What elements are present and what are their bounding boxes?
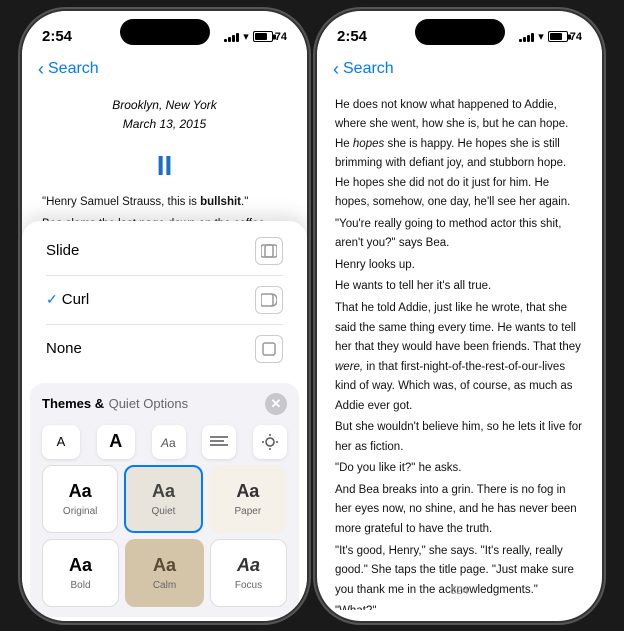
right-para-6: "Do you like it?" he asks. (335, 459, 584, 479)
slide-option-curl-right (255, 286, 283, 314)
right-phone: 2:54 ▾ 74 ‹ Search (317, 11, 602, 621)
slide-icon (255, 237, 283, 265)
book-para-0: "Henry Samuel Strauss, this is bullshit.… (42, 193, 287, 212)
slide-option-curl[interactable]: ✓ Curl (34, 276, 295, 324)
slide-option-slide-label: Slide (46, 242, 79, 259)
theme-quiet-sample: Aa (152, 481, 175, 502)
back-button-right[interactable]: ‹ Search (333, 59, 586, 80)
theme-original-sample: Aa (69, 481, 92, 502)
right-para-5: But she wouldn't believe him, so he lets… (335, 418, 584, 457)
theme-bold-label: Bold (70, 580, 90, 591)
font-small-button[interactable]: A (42, 425, 80, 459)
book-header: Brooklyn, New York March 13, 2015 (42, 88, 287, 140)
notch-left (120, 19, 210, 45)
none-icon (255, 335, 283, 363)
right-para-0: He does not know what happened to Addie,… (335, 96, 584, 213)
checkmark-icon: ✓ (46, 291, 58, 308)
slide-option-none-right (255, 335, 283, 363)
theme-card-original[interactable]: Aa Original (42, 465, 118, 533)
theme-cards-row-2: Aa Bold Aa Calm Aa Focus (42, 539, 287, 607)
theme-original-label: Original (63, 506, 97, 517)
close-button[interactable]: ✕ (265, 393, 287, 415)
themes-subtitle-text: Quiet Options (109, 396, 189, 411)
status-bar-left: 2:54 ▾ 74 (22, 11, 307, 55)
book-location-line1: Brooklyn, New York (42, 96, 287, 115)
slide-option-slide-right (255, 237, 283, 265)
nav-bar-right: ‹ Search (317, 55, 602, 88)
theme-paper-label: Paper (234, 506, 261, 517)
theme-card-calm[interactable]: Aa Calm (125, 539, 204, 607)
nav-bar-left: ‹ Search (22, 55, 307, 88)
time-left: 2:54 (42, 28, 72, 45)
svg-text:A: A (160, 436, 169, 450)
signal-icon (224, 32, 239, 42)
chapter-roman: II (42, 144, 287, 189)
right-book-content: He does not know what happened to Addie,… (317, 88, 602, 610)
battery-right: 74 (548, 31, 582, 43)
theme-calm-sample: Aa (153, 555, 176, 576)
right-para-9: "What?" (335, 602, 584, 609)
svg-text:a: a (169, 436, 176, 450)
slide-option-curl-label: Curl (62, 291, 255, 308)
theme-quiet-label: Quiet (152, 506, 176, 517)
theme-focus-label: Focus (235, 580, 262, 591)
alignment-button[interactable] (202, 425, 236, 459)
battery-left: 74 (253, 31, 287, 43)
right-para-2: Henry looks up. (335, 256, 584, 276)
back-chevron-right: ‹ (333, 59, 339, 80)
back-button-left[interactable]: ‹ Search (38, 59, 291, 80)
wifi-icon-right: ▾ (538, 30, 544, 43)
theme-paper-sample: Aa (236, 481, 259, 502)
curl-icon (255, 286, 283, 314)
left-phone: 2:54 ▾ 74 ‹ Search (22, 11, 307, 621)
theme-card-quiet[interactable]: Aa Quiet (124, 465, 202, 533)
themes-section: Themes & Quiet Options ✕ A A Aa (30, 383, 299, 617)
theme-card-paper[interactable]: Aa Paper (209, 465, 287, 533)
theme-focus-sample: Aa (237, 555, 260, 576)
theme-card-bold[interactable]: Aa Bold (42, 539, 119, 607)
slide-option-slide[interactable]: Slide (34, 227, 295, 275)
book-location-line2: March 13, 2015 (42, 115, 287, 134)
slide-option-none-label: None (46, 340, 82, 357)
right-para-7: And Bea breaks into a grin. There is no … (335, 481, 584, 540)
theme-cards-row-1: Aa Original Aa Quiet Aa Paper (42, 465, 287, 533)
status-icons-right: ▾ 74 (519, 30, 582, 43)
back-label-right: Search (343, 60, 394, 78)
back-label-left: Search (48, 60, 99, 78)
theme-card-focus[interactable]: Aa Focus (210, 539, 287, 607)
back-chevron-left: ‹ (38, 59, 44, 80)
themes-header: Themes & Quiet Options ✕ (42, 389, 287, 421)
slide-options: Slide ✓ Curl (22, 221, 307, 379)
theme-bold-sample: Aa (69, 555, 92, 576)
slide-option-none[interactable]: None (34, 325, 295, 373)
themes-title-text: Themes & (42, 396, 104, 411)
text-style-button[interactable]: Aa (152, 425, 186, 459)
font-controls: A A Aa (42, 421, 287, 465)
font-large-button[interactable]: A (97, 425, 135, 459)
status-icons-left: ▾ 74 (224, 30, 287, 43)
page-number-right: 524 (317, 581, 602, 601)
time-right: 2:54 (337, 28, 367, 45)
theme-calm-label: Calm (153, 580, 176, 591)
status-bar-right: 2:54 ▾ 74 (317, 11, 602, 55)
wifi-icon: ▾ (243, 30, 249, 43)
brightness-button[interactable] (253, 425, 287, 459)
right-para-4: That he told Addie, just like he wrote, … (335, 299, 584, 416)
right-para-3: He wants to tell her it's all true. (335, 277, 584, 297)
right-para-1: "You're really going to method actor thi… (335, 215, 584, 254)
notch-right (415, 19, 505, 45)
themes-title: Themes & Quiet Options (42, 395, 188, 413)
signal-icon-right (519, 32, 534, 42)
slide-panel: Slide ✓ Curl (22, 221, 307, 621)
